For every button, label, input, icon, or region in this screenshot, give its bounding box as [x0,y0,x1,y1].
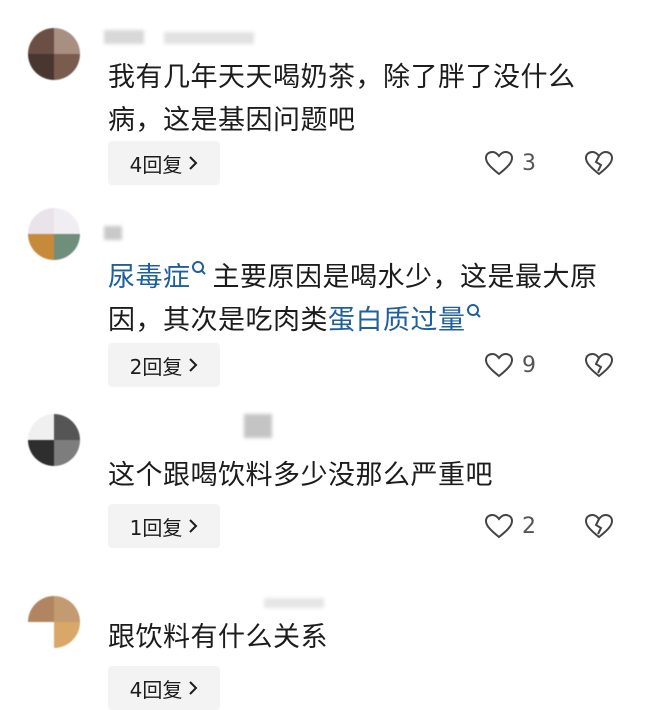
avatar[interactable] [28,28,80,80]
like-button[interactable]: 2 [484,504,544,548]
reply-button[interactable]: 1回复 [108,504,220,548]
like-count: 9 [522,352,536,378]
search-icon[interactable] [191,260,209,280]
reply-button[interactable]: 4回复 [108,666,220,710]
username-blurred[interactable] [104,414,272,438]
broken-heart-icon [584,150,614,176]
search-icon[interactable] [466,303,484,323]
avatar[interactable] [28,596,80,648]
dislike-button[interactable] [583,504,615,548]
avatar[interactable] [28,414,80,466]
reply-label: 4回复 [129,152,183,177]
heart-icon [484,150,514,176]
topic-link[interactable]: 尿毒症 [108,262,191,293]
username-blurred[interactable] [104,28,254,48]
dislike-button[interactable] [583,141,615,185]
chevron-right-icon [189,156,198,170]
reply-label: 2回复 [129,354,183,379]
chevron-right-icon [189,681,198,695]
heart-icon [484,513,514,539]
username-blurred[interactable] [104,594,324,614]
heart-icon [484,352,514,378]
reply-button[interactable]: 4回复 [108,141,220,185]
like-button[interactable]: 9 [484,343,544,387]
topic-link[interactable]: 蛋白质过量 [328,305,466,336]
comment-text: 尿毒症 主要原因是喝水少，这是最大原因，其次是吃肉类蛋白质过量 [108,256,628,342]
avatar[interactable] [28,208,80,260]
chevron-right-icon [189,519,198,533]
comment-text: 跟饮料有什么关系 [108,622,328,653]
reply-label: 1回复 [129,515,183,540]
like-count: 3 [522,150,536,176]
like-button[interactable]: 3 [484,141,544,185]
chevron-right-icon [189,358,198,372]
comment-text: 这个跟喝饮料多少没那么严重吧 [108,460,493,491]
like-count: 2 [522,513,536,539]
reply-button[interactable]: 2回复 [108,343,220,387]
dislike-button[interactable] [583,343,615,387]
reply-label: 4回复 [129,677,183,702]
username-blurred[interactable] [104,224,134,244]
broken-heart-icon [584,352,614,378]
broken-heart-icon [584,513,614,539]
comment-text: 我有几年天天喝奶茶，除了胖了没什么病，这是基因问题吧 [108,62,576,136]
